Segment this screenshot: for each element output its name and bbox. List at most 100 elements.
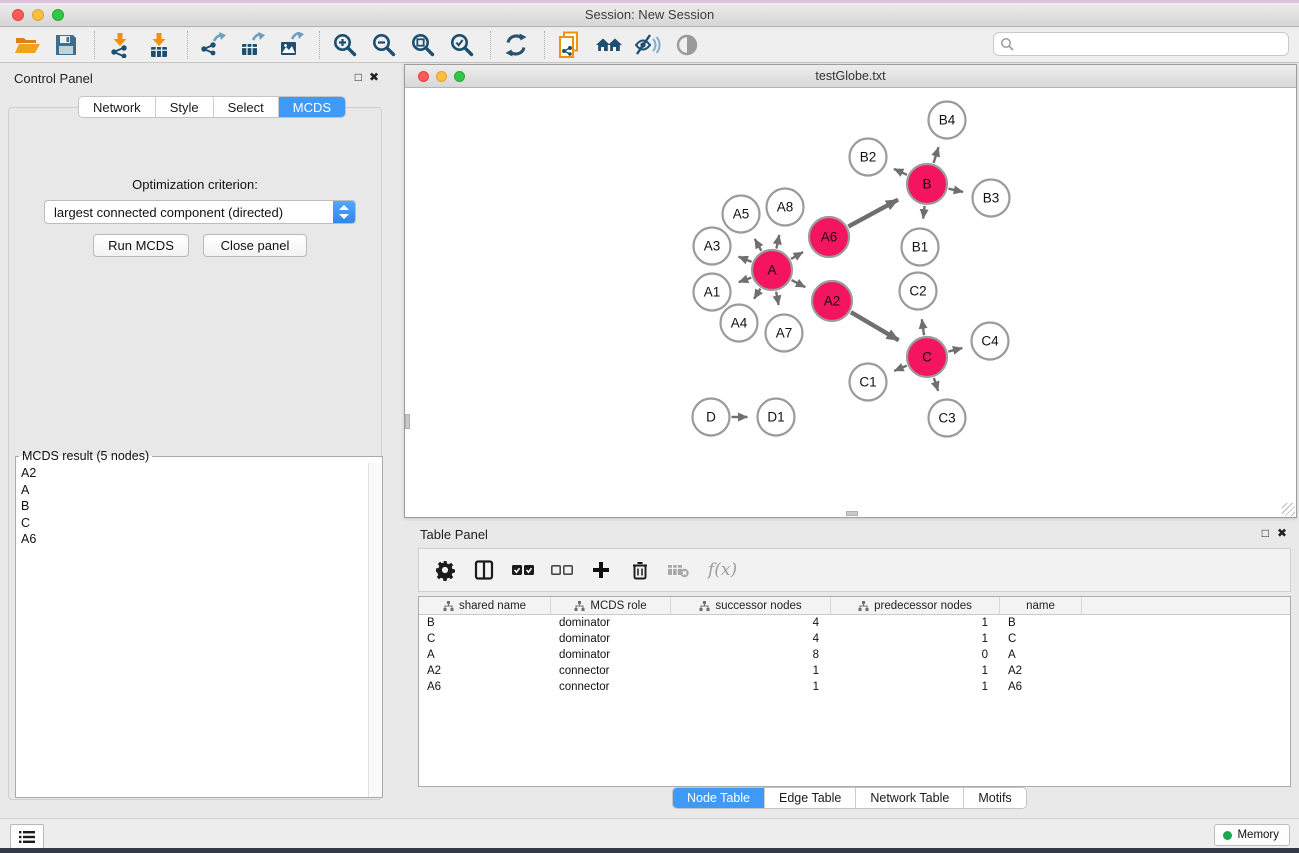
table-row[interactable]: Cdominator41C	[419, 631, 1290, 647]
tab-select[interactable]: Select	[214, 97, 279, 117]
table-row[interactable]: A6connector11A6	[419, 679, 1290, 695]
close-table-panel-icon[interactable]: ✖	[1277, 527, 1287, 539]
edge-A-A7[interactable]	[776, 292, 779, 305]
deselect-all-checkboxes-icon[interactable]	[550, 558, 574, 582]
network-file-title: testGlobe.txt	[405, 69, 1296, 83]
table-cell: B	[1000, 615, 1082, 631]
mcds-result-item[interactable]: C	[17, 515, 367, 532]
edge-A2-C[interactable]	[851, 312, 899, 340]
control-panel-title: Control Panel	[14, 71, 93, 86]
close-panel-button[interactable]: Close panel	[203, 234, 307, 257]
vertical-scroll-thumb[interactable]	[405, 414, 410, 429]
open-session-icon[interactable]	[12, 30, 42, 60]
search-input[interactable]	[1015, 35, 1282, 53]
edge-A-A8[interactable]	[776, 235, 779, 249]
column-header-successor-nodes[interactable]: successor nodes	[671, 597, 831, 614]
tab-network-table[interactable]: Network Table	[856, 788, 964, 808]
tab-node-table[interactable]: Node Table	[673, 788, 765, 808]
edge-A-A4[interactable]	[754, 289, 760, 299]
edge-B-B3[interactable]	[948, 189, 963, 192]
tab-edge-table[interactable]: Edge Table	[765, 788, 856, 808]
network-from-document-icon[interactable]	[555, 30, 585, 60]
search-field[interactable]	[993, 32, 1289, 56]
memory-button[interactable]: Memory	[1214, 824, 1290, 846]
export-network-icon[interactable]	[198, 30, 228, 60]
mcds-result-item[interactable]: A6	[17, 531, 367, 548]
search-icon	[1000, 37, 1015, 52]
table-panel-title: Table Panel	[420, 527, 488, 542]
table-cell: A	[419, 647, 551, 663]
run-mcds-button[interactable]: Run MCDS	[93, 234, 189, 257]
edge-A-A1[interactable]	[739, 278, 752, 283]
export-image-icon[interactable]	[276, 30, 306, 60]
node-label-A: A	[767, 263, 776, 278]
status-bar: Memory	[0, 818, 1299, 848]
table-row[interactable]: A2connector11A2	[419, 663, 1290, 679]
function-builder-icon: f(x)	[708, 560, 737, 580]
node-table[interactable]: shared nameMCDS rolesuccessor nodesprede…	[418, 596, 1291, 787]
edge-C-C3[interactable]	[934, 378, 938, 391]
column-header-shared-name[interactable]: shared name	[419, 597, 551, 614]
save-session-icon[interactable]	[51, 30, 81, 60]
import-network-icon[interactable]	[105, 30, 135, 60]
float-panel-icon[interactable]: □	[355, 71, 362, 83]
window-resize-grip[interactable]	[1282, 503, 1295, 516]
mcds-result-legend: MCDS result (5 nodes)	[19, 449, 152, 463]
node-label-B4: B4	[939, 113, 956, 128]
edge-B-B4[interactable]	[934, 147, 939, 163]
mcds-panel-content: Optimization criterion: largest connecte…	[8, 107, 382, 800]
tab-network[interactable]: Network	[79, 97, 156, 117]
close-panel-icon[interactable]: ✖	[369, 71, 379, 83]
zoom-selected-icon[interactable]	[447, 30, 477, 60]
select-all-checkboxes-icon[interactable]	[511, 558, 535, 582]
edge-C-C4[interactable]	[948, 348, 962, 352]
task-history-button[interactable]	[10, 824, 44, 849]
tab-motifs[interactable]: Motifs	[964, 788, 1025, 808]
mcds-result-list: A2ABCA6	[17, 465, 367, 796]
edge-A-A3[interactable]	[738, 257, 751, 262]
zoom-in-icon[interactable]	[330, 30, 360, 60]
edge-B-B2[interactable]	[894, 169, 907, 175]
tab-style[interactable]: Style	[156, 97, 214, 117]
delete-column-trash-icon[interactable]	[628, 558, 652, 582]
edge-A-A2[interactable]	[792, 280, 806, 287]
mcds-result-item[interactable]: B	[17, 498, 367, 515]
edge-A-A6[interactable]	[791, 252, 803, 259]
toolbar-separator	[94, 31, 95, 59]
refresh-view-icon[interactable]	[501, 30, 531, 60]
zoom-out-icon[interactable]	[369, 30, 399, 60]
mcds-result-item[interactable]: A2	[17, 465, 367, 482]
edge-C-C1[interactable]	[894, 366, 907, 371]
table-row[interactable]: Bdominator41B	[419, 615, 1290, 631]
edge-B-B1[interactable]	[923, 206, 924, 219]
column-header-predecessor-nodes[interactable]: predecessor nodes	[831, 597, 1000, 614]
column-header-MCDS-role[interactable]: MCDS role	[551, 597, 671, 614]
table-row[interactable]: Adominator80A	[419, 647, 1290, 663]
edge-A-A5[interactable]	[755, 239, 762, 251]
zoom-fit-icon[interactable]	[408, 30, 438, 60]
mcds-result-box: MCDS result (5 nodes) A2ABCA6	[15, 449, 383, 798]
node-label-B2: B2	[860, 150, 877, 165]
hide-graphics-details-icon[interactable]	[633, 30, 663, 60]
network-graph[interactable]: B4B2BB3A5A8A6A3B1AC2A1A2A4A7C4CC1DD1C3	[405, 88, 1296, 517]
import-table-icon[interactable]	[144, 30, 174, 60]
column-panel-icon[interactable]	[472, 558, 496, 582]
add-column-icon[interactable]	[589, 558, 613, 582]
export-table-icon[interactable]	[237, 30, 267, 60]
home-layout-icon[interactable]	[594, 30, 624, 60]
float-table-panel-icon[interactable]: □	[1262, 527, 1269, 539]
optimization-criterion-select[interactable]: largest connected component (directed)	[44, 200, 356, 224]
tab-mcds[interactable]: MCDS	[279, 97, 345, 117]
table-cell: 4	[671, 615, 831, 631]
table-cell: A6	[1000, 679, 1082, 695]
horizontal-scroll-thumb[interactable]	[846, 511, 858, 516]
network-canvas[interactable]: B4B2BB3A5A8A6A3B1AC2A1A2A4A7C4CC1DD1C3	[405, 88, 1296, 517]
table-options-gear-icon[interactable]	[433, 558, 457, 582]
edge-C-C2[interactable]	[922, 319, 924, 335]
list-icon	[18, 830, 36, 844]
column-header-name[interactable]: name	[1000, 597, 1082, 614]
edge-A6-B[interactable]	[848, 200, 898, 227]
mcds-result-item[interactable]: A	[17, 482, 367, 499]
result-scrollbar[interactable]	[368, 463, 382, 797]
show-graphics-details-icon[interactable]	[672, 30, 702, 60]
